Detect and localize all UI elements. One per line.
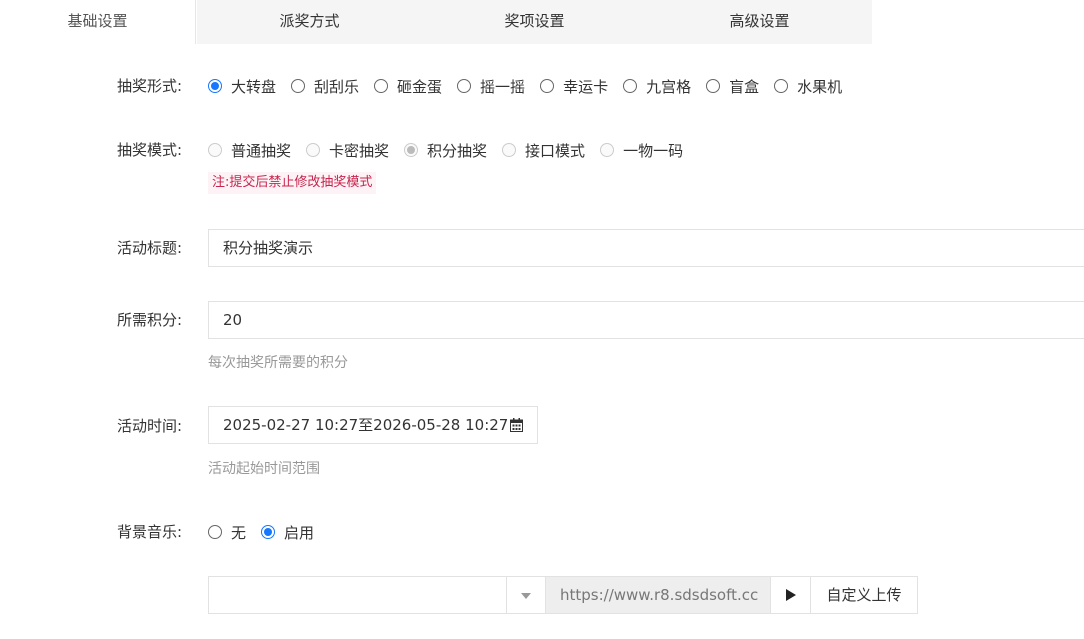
- radio-dot[interactable]: [623, 79, 638, 93]
- activity-time-input[interactable]: 2025-02-27 10:27至2026-05-28 10:27: [208, 406, 538, 444]
- custom-upload-button[interactable]: 自定义上传: [810, 576, 918, 614]
- tab-prize-settings[interactable]: 奖项设置: [422, 0, 647, 44]
- lottery-mode-row: 抽奖模式: 普通抽奖 卡密抽奖 积分抽奖 接口模式 一物一码: [0, 139, 1084, 161]
- radio-dot: [502, 143, 517, 157]
- radio-dot[interactable]: [540, 79, 555, 93]
- music-url-field[interactable]: https://www.r8.sdsdsoft.cc: [546, 576, 771, 614]
- radio-dot: [600, 143, 615, 157]
- activity-time-help: 活动起始时间范围: [208, 461, 320, 477]
- radio-lottery-form-scratch[interactable]: 刮刮乐: [291, 76, 359, 97]
- activity-title-label: 活动标题:: [116, 239, 182, 257]
- radio-lottery-form-egg[interactable]: 砸金蛋: [374, 76, 442, 97]
- lottery-mode-note: 注:提交后禁止修改抽奖模式: [208, 172, 377, 194]
- play-music-button[interactable]: [770, 576, 811, 614]
- radio-lottery-form-grid[interactable]: 九宫格: [623, 76, 691, 97]
- radio-dot: [208, 143, 222, 157]
- music-select[interactable]: [208, 576, 546, 614]
- radio-lottery-form-lucky-card[interactable]: 幸运卡: [540, 76, 608, 97]
- lottery-mode-radio-group: 普通抽奖 卡密抽奖 积分抽奖 接口模式 一物一码: [208, 139, 698, 161]
- radio-dot[interactable]: [774, 79, 789, 93]
- radio-lottery-mode-api: 接口模式: [502, 140, 585, 161]
- required-points-input[interactable]: 20: [208, 301, 1084, 339]
- radio-dot[interactable]: [706, 79, 721, 93]
- lottery-form-radio-group: 大转盘 刮刮乐 砸金蛋 摇一摇 幸运卡 九宫格 盲盒 水果机: [208, 75, 857, 97]
- background-music-radio-group: 无 启用: [208, 521, 329, 543]
- radio-dot[interactable]: [261, 525, 276, 539]
- radio-lottery-mode-card-code: 卡密抽奖: [306, 140, 389, 161]
- tab-bar: 基础设置 派奖方式 奖项设置 高级设置: [0, 0, 1084, 44]
- radio-lottery-form-shake[interactable]: 摇一摇: [457, 76, 525, 97]
- radio-lottery-mode-normal: 普通抽奖: [208, 140, 291, 161]
- activity-title-input[interactable]: 积分抽奖演示: [208, 229, 1084, 267]
- tab-basic-settings[interactable]: 基础设置: [0, 0, 196, 44]
- radio-lottery-form-fruit[interactable]: 水果机: [774, 76, 842, 97]
- radio-dot[interactable]: [208, 525, 222, 539]
- play-icon: [786, 589, 796, 601]
- chevron-down-icon: [521, 593, 531, 599]
- radio-dot[interactable]: [374, 79, 389, 93]
- required-points-label: 所需积分:: [116, 311, 182, 329]
- tab-advanced-settings[interactable]: 高级设置: [647, 0, 872, 44]
- radio-dot: [404, 143, 419, 157]
- tab-prize-distribution[interactable]: 派奖方式: [197, 0, 422, 44]
- required-points-help: 每次抽奖所需要的积分: [208, 355, 348, 371]
- lottery-form-label: 抽奖形式:: [116, 77, 182, 95]
- radio-lottery-form-blind-box[interactable]: 盲盒: [706, 76, 759, 97]
- radio-music-off[interactable]: 无: [208, 522, 246, 543]
- radio-dot[interactable]: [208, 79, 222, 93]
- activity-time-value: 2025-02-27 10:27至2026-05-28 10:27: [223, 416, 509, 434]
- radio-dot: [306, 143, 321, 157]
- lottery-mode-label: 抽奖模式:: [116, 141, 182, 159]
- radio-music-on[interactable]: 启用: [261, 522, 314, 543]
- activity-time-label: 活动时间:: [116, 417, 182, 435]
- lottery-form-row: 抽奖形式: 大转盘 刮刮乐 砸金蛋 摇一摇 幸运卡 九宫格 盲盒 水果机: [0, 75, 1084, 97]
- radio-dot[interactable]: [291, 79, 306, 93]
- radio-lottery-mode-one-code: 一物一码: [600, 140, 683, 161]
- music-select-toggle[interactable]: [506, 577, 545, 613]
- background-music-row: 背景音乐: 无 启用: [0, 521, 1084, 543]
- radio-lottery-mode-points: 积分抽奖: [404, 140, 487, 161]
- calendar-icon: [510, 418, 523, 432]
- radio-lottery-form-wheel[interactable]: 大转盘: [208, 76, 276, 97]
- background-music-label: 背景音乐:: [116, 523, 182, 541]
- radio-dot[interactable]: [457, 79, 472, 93]
